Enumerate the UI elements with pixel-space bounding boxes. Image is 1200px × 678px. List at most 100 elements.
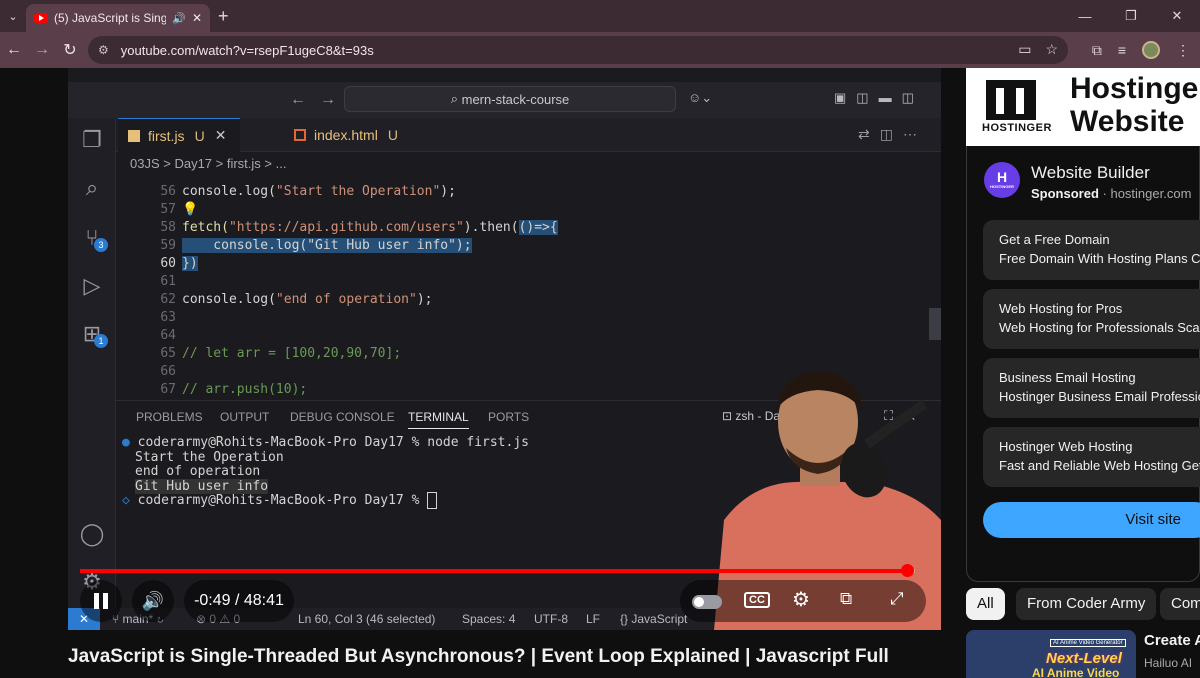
settings-gear-icon[interactable]: ⚙ bbox=[792, 587, 810, 612]
close-window-icon[interactable]: ✕ bbox=[1154, 0, 1200, 32]
spaces-status: Spaces: 4 bbox=[462, 612, 516, 626]
panel-tab-output: OUTPUT bbox=[220, 410, 270, 424]
layout-icons: ▣◫▬◫ bbox=[834, 90, 924, 105]
code-line: // let arr = [100,20,90,70]; bbox=[182, 346, 402, 361]
reload-button[interactable]: ↻ bbox=[56, 40, 84, 60]
time-text: -0:49 / 48:41 bbox=[194, 592, 284, 609]
minimize-icon[interactable]: — bbox=[1062, 0, 1108, 32]
sitelink-title: Hostinger Web Hosting bbox=[999, 439, 1133, 454]
terminal-line: ◇ coderarmy@Rohits-MacBook-Pro Day17 % bbox=[122, 492, 529, 509]
vscode-command-center: ⌕ mern-stack-course bbox=[344, 86, 676, 112]
fullscreen-icon[interactable]: ⤢ bbox=[890, 589, 904, 609]
search-icon: ⌕ bbox=[85, 175, 99, 200]
breadcrumb: 03JS > Day17 > first.js > ... bbox=[130, 156, 287, 171]
ad-sitelink[interactable]: Business Email Hosting Hostinger Busines… bbox=[983, 358, 1200, 418]
pause-button[interactable] bbox=[80, 580, 122, 622]
editor-tab-first-js: first.js U ✕ bbox=[118, 118, 240, 152]
video-player[interactable]: ←→ ⌕ mern-stack-course ☺⌄ ▣◫▬◫ ❐ ⌕ ⑂ 3 ▷… bbox=[68, 68, 941, 630]
line-number: 67 bbox=[160, 382, 176, 397]
advertiser-avatar[interactable]: H HOSTINGER bbox=[984, 162, 1020, 198]
chip-all[interactable]: All bbox=[966, 588, 1005, 620]
visit-site-button[interactable]: Visit site bbox=[983, 502, 1200, 538]
site-info-icon[interactable]: ⚙ bbox=[98, 43, 109, 57]
html-file-icon bbox=[294, 129, 306, 141]
theater-mode-icon[interactable]: ⧉ bbox=[840, 589, 852, 609]
chip-from-coder-army[interactable]: From Coder Army bbox=[1016, 588, 1157, 620]
browser-tab-active[interactable]: (5) JavaScript is Single-Thre 🔊 ✕ bbox=[26, 4, 210, 32]
ad-title[interactable]: Website Builder bbox=[1031, 163, 1150, 183]
sitelink-title: Web Hosting for Pros bbox=[999, 301, 1123, 316]
ad-sitelink[interactable]: Web Hosting for Pros Web Hosting for Pro… bbox=[983, 289, 1200, 349]
sitelink-title: Get a Free Domain bbox=[999, 232, 1110, 247]
tab-status: U bbox=[194, 127, 205, 144]
sitelink-desc: Web Hosting for Professionals Scale bbox=[999, 320, 1200, 335]
scm-badge: 3 bbox=[94, 238, 108, 252]
progress-bar[interactable] bbox=[80, 564, 915, 577]
terminal-line: Git Hub user info bbox=[135, 478, 269, 494]
browser-tab-strip: ⌄ (5) JavaScript is Single-Thre 🔊 ✕ + — … bbox=[0, 0, 1200, 32]
line-number: 60 bbox=[160, 256, 176, 271]
media-controls-icon[interactable]: ≡ bbox=[1118, 42, 1126, 58]
vscode-search-text: mern-stack-course bbox=[461, 91, 570, 107]
thumb-badge: AI Anime Video Generator bbox=[1050, 639, 1126, 647]
encoding-status: UTF-8 bbox=[534, 612, 568, 626]
line-number: 58 bbox=[160, 220, 176, 235]
sitelink-desc: Free Domain With Hosting Plans Claim bbox=[999, 251, 1200, 266]
ad-banner-image[interactable]: HOSTINGER Hostinge Website bbox=[966, 68, 1200, 146]
code-line: console.log("end of operation"); bbox=[182, 292, 433, 307]
ad-sitelink[interactable]: Hostinger Web Hosting Fast and Reliable … bbox=[983, 427, 1200, 487]
forward-button[interactable]: → bbox=[28, 41, 56, 59]
lightbulb-icon: 💡 bbox=[182, 202, 199, 217]
volume-button[interactable]: 🔊 bbox=[132, 580, 174, 622]
panel-tab-ports: PORTS bbox=[488, 410, 530, 424]
js-file-icon bbox=[128, 129, 140, 142]
panel-tab-problems: PROBLEMS bbox=[136, 410, 203, 424]
sitelink-desc: Fast and Reliable Web Hosting Get a bbox=[999, 458, 1200, 473]
code-line: console.log("Start the Operation"); bbox=[182, 184, 456, 199]
profile-avatar[interactable] bbox=[1142, 41, 1160, 59]
thumb-text: Next-Level bbox=[1046, 650, 1122, 667]
restore-icon[interactable]: ❐ bbox=[1108, 0, 1154, 32]
new-tab-button[interactable]: + bbox=[218, 6, 229, 27]
close-tab-icon[interactable]: ✕ bbox=[192, 11, 202, 25]
extensions-puzzle-icon[interactable]: ⧉ bbox=[1092, 42, 1102, 59]
line-number: 64 bbox=[160, 328, 176, 343]
address-bar[interactable]: ⚙ youtube.com/watch?v=rsepF1ugeC8&t=93s … bbox=[88, 36, 1068, 64]
line-number: 63 bbox=[160, 310, 176, 325]
line-number: 65 bbox=[160, 346, 176, 361]
line-number: 61 bbox=[160, 274, 176, 289]
code-editor: 56 console.log("Start the Operation"); 5… bbox=[116, 178, 941, 400]
recommended-thumbnail[interactable]: AI Anime Video Generator Next-Level AI A… bbox=[966, 630, 1136, 678]
editor-tab-index-html: index.html U bbox=[244, 118, 398, 152]
panel-tab-debug-console: DEBUG CONSOLE bbox=[290, 410, 395, 424]
player-right-controls: CC ⚙ ⧉ ⤢ bbox=[680, 580, 926, 622]
language-status: {} JavaScript bbox=[620, 612, 688, 626]
pause-icon bbox=[94, 593, 108, 609]
code-line: // arr.push(10); bbox=[182, 382, 308, 397]
progress-scrubber[interactable] bbox=[900, 564, 914, 577]
recommended-title[interactable]: Create A bbox=[1144, 632, 1200, 649]
sitelink-title: Business Email Hosting bbox=[999, 370, 1136, 385]
ad-sitelink[interactable]: Get a Free Domain Free Domain With Hosti… bbox=[983, 220, 1200, 280]
code-line: console.log("Git Hub user info"); bbox=[182, 238, 472, 253]
bookmark-star-icon[interactable]: ☆ bbox=[1045, 41, 1058, 58]
banner-headline: Hostinge Website bbox=[1070, 72, 1199, 138]
autoplay-toggle[interactable] bbox=[692, 595, 722, 609]
eol-status: LF bbox=[586, 612, 601, 626]
video-title: JavaScript is Single-Threaded But Asynch… bbox=[68, 646, 889, 667]
terminal-output: ● coderarmy@Rohits-MacBook-Pro Day17 % n… bbox=[122, 435, 529, 509]
browser-toolbar: ← → ↻ ⚙ youtube.com/watch?v=rsepF1ugeC8&… bbox=[0, 32, 1200, 68]
recommended-channel[interactable]: Hailuo AI bbox=[1144, 656, 1192, 670]
line-number: 59 bbox=[160, 238, 176, 253]
run-debug-icon: ▷ bbox=[83, 273, 101, 298]
chip-com[interactable]: Com bbox=[1160, 588, 1200, 620]
captions-button[interactable]: CC bbox=[744, 592, 770, 608]
cast-icon[interactable]: ▭ bbox=[1018, 41, 1031, 58]
menu-kebab-icon[interactable]: ⋮ bbox=[1176, 42, 1190, 59]
sitelink-desc: Hostinger Business Email Professiona bbox=[999, 389, 1200, 404]
vscode-nav-arrows-icon: ←→ bbox=[290, 91, 350, 108]
line-number: 56 bbox=[160, 184, 176, 199]
speaker-icon[interactable]: 🔊 bbox=[172, 12, 186, 25]
back-button[interactable]: ← bbox=[0, 41, 28, 59]
tab-search-button[interactable]: ⌄ bbox=[2, 5, 24, 27]
